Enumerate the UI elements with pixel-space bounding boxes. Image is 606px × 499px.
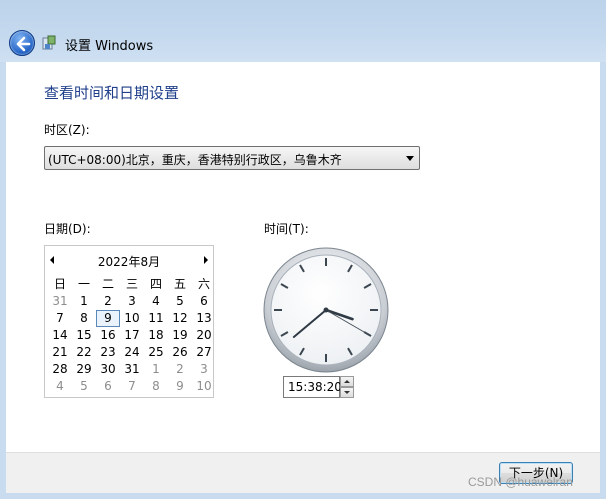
calendar-day[interactable]: 3 — [192, 361, 216, 378]
timezone-dropdown[interactable]: (UTC+08:00)北京，重庆，香港特别行政区，乌鲁木齐 — [44, 146, 420, 170]
calendar-day[interactable]: 1 — [144, 361, 168, 378]
analog-clock — [262, 246, 390, 374]
calendar-day[interactable]: 4 — [144, 293, 168, 310]
calendar-day[interactable]: 29 — [72, 361, 96, 378]
calendar-month-title[interactable]: 2022年8月 — [45, 253, 213, 270]
spin-up-icon[interactable] — [340, 376, 354, 387]
calendar-day[interactable]: 5 — [72, 378, 96, 395]
calendar-day[interactable]: 18 — [144, 327, 168, 344]
calendar-day[interactable]: 4 — [48, 378, 72, 395]
calendar-day[interactable]: 17 — [120, 327, 144, 344]
weekday-header: 日 — [53, 277, 66, 291]
calendar-day[interactable]: 7 — [48, 310, 72, 327]
watermark: CSDN @huawelran — [468, 475, 573, 489]
calendar-day[interactable]: 14 — [48, 327, 72, 344]
weekday-header: 一 — [77, 277, 90, 291]
next-month-icon[interactable] — [204, 256, 208, 264]
timezone-label: 时区(Z): — [44, 123, 90, 137]
calendar-day[interactable]: 6 — [96, 378, 120, 395]
back-button[interactable] — [9, 30, 35, 56]
calendar-day[interactable]: 13 — [192, 310, 216, 327]
calendar-day[interactable]: 31 — [120, 361, 144, 378]
calendar-day[interactable]: 9 — [96, 310, 120, 327]
content-panel: 查看时间和日期设置 时区(Z): (UTC+08:00)北京，重庆，香港特别行政… — [6, 62, 600, 452]
calendar-day[interactable]: 21 — [48, 344, 72, 361]
spin-down-icon[interactable] — [340, 387, 354, 398]
page-title: 查看时间和日期设置 — [44, 84, 180, 102]
setup-icon — [41, 35, 57, 51]
time-input[interactable]: 15:38:20 — [283, 376, 342, 398]
back-arrow-icon — [16, 36, 31, 52]
weekday-header: 二 — [101, 277, 114, 291]
calendar[interactable]: 2022年8月 日一二三四五六 31 1 2 3 4 5 6 7 8 9 10 11 12 13 14 15 16… — [44, 245, 214, 398]
calendar-day[interactable]: 26 — [168, 344, 192, 361]
calendar-day[interactable]: 28 — [48, 361, 72, 378]
time-spinner[interactable] — [340, 376, 354, 398]
weekday-header: 三 — [125, 277, 138, 291]
weekday-header: 四 — [149, 277, 162, 291]
calendar-day[interactable]: 30 — [96, 361, 120, 378]
calendar-day[interactable]: 27 — [192, 344, 216, 361]
calendar-day[interactable]: 24 — [120, 344, 144, 361]
calendar-day[interactable]: 31 — [48, 293, 72, 310]
calendar-day[interactable]: 16 — [96, 327, 120, 344]
calendar-day[interactable]: 10 — [120, 310, 144, 327]
weekday-header: 五 — [173, 277, 186, 291]
calendar-day[interactable]: 2 — [168, 361, 192, 378]
date-label: 日期(D): — [44, 222, 91, 236]
calendar-day[interactable]: 25 — [144, 344, 168, 361]
calendar-day[interactable]: 7 — [120, 378, 144, 395]
time-label: 时间(T): — [264, 222, 309, 236]
calendar-day[interactable]: 15 — [72, 327, 96, 344]
calendar-day[interactable]: 5 — [168, 293, 192, 310]
dropdown-arrow-icon — [406, 156, 414, 161]
window-title: 设置 Windows — [65, 39, 154, 54]
calendar-day[interactable]: 23 — [96, 344, 120, 361]
calendar-day[interactable]: 8 — [72, 310, 96, 327]
weekday-header: 六 — [197, 277, 210, 291]
calendar-day[interactable]: 19 — [168, 327, 192, 344]
calendar-day[interactable]: 3 — [120, 293, 144, 310]
calendar-grid: 日一二三四五六 31 1 2 3 4 5 6 7 8 9 10 11 12 13 14 15 16 17 18 19 20… — [48, 276, 216, 395]
title-bar: 设置 Windows — [0, 0, 606, 62]
calendar-day[interactable]: 11 — [144, 310, 168, 327]
calendar-day[interactable]: 1 — [72, 293, 96, 310]
calendar-day[interactable]: 20 — [192, 327, 216, 344]
calendar-header: 2022年8月 — [45, 253, 213, 269]
calendar-day[interactable]: 10 — [192, 378, 216, 395]
calendar-day[interactable]: 2 — [96, 293, 120, 310]
timezone-value: (UTC+08:00)北京，重庆，香港特别行政区，乌鲁木齐 — [48, 153, 342, 167]
calendar-day[interactable]: 22 — [72, 344, 96, 361]
calendar-day[interactable]: 12 — [168, 310, 192, 327]
calendar-day[interactable]: 9 — [168, 378, 192, 395]
calendar-day[interactable]: 6 — [192, 293, 216, 310]
calendar-day[interactable]: 8 — [144, 378, 168, 395]
